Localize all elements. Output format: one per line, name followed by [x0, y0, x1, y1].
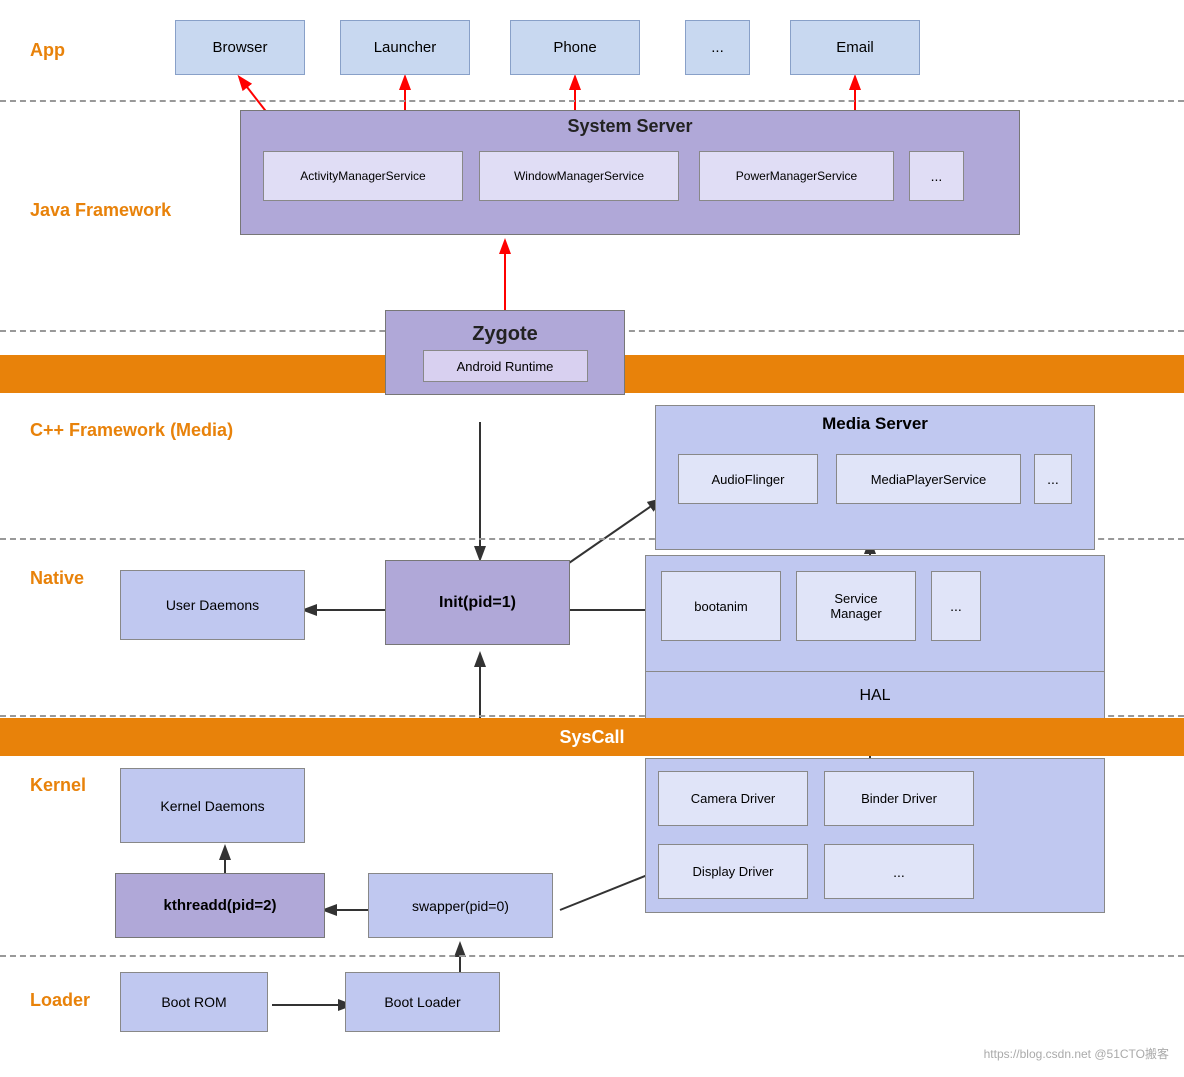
app-box-browser: Browser	[175, 20, 305, 75]
loader-boot-loader: Boot Loader	[345, 972, 500, 1032]
kernel-camera-driver: Camera Driver	[658, 771, 808, 826]
app-box-launcher: Launcher	[340, 20, 470, 75]
loader-boot-rom: Boot ROM	[120, 972, 268, 1032]
system-server-block: System Server ActivityManagerService Win…	[240, 110, 1020, 235]
native-user-daemons: User Daemons	[120, 570, 305, 640]
orange-bar-syscall: SysCall	[0, 718, 1184, 756]
layer-app: App	[30, 40, 65, 61]
layer-loader: Loader	[30, 990, 90, 1011]
app-box-email: Email	[790, 20, 920, 75]
android-runtime-label: Android Runtime	[423, 350, 588, 382]
native-right-block: bootanim Service Manager ... HAL	[645, 555, 1105, 720]
media-server-dots: ...	[1034, 454, 1072, 504]
service-power-manager: PowerManagerService	[699, 151, 894, 201]
native-bootanim: bootanim	[661, 571, 781, 641]
service-dots: ...	[909, 151, 964, 201]
kernel-right-block: Camera Driver Binder Driver Display Driv…	[645, 758, 1105, 913]
watermark: https://blog.csdn.net @51CTO搬客	[984, 1045, 1169, 1062]
diagram-container: App Java Framework C++ Framework (Media)…	[0, 0, 1184, 1077]
service-activity-manager: ActivityManagerService	[263, 151, 463, 201]
zygote-block: Zygote Android Runtime	[385, 310, 625, 395]
layer-cpp-framework: C++ Framework (Media)	[30, 420, 233, 441]
divider-app-java	[0, 100, 1184, 102]
kernel-daemons: Kernel Daemons	[120, 768, 305, 843]
layer-java-framework: Java Framework	[30, 200, 171, 221]
media-server-label: Media Server	[656, 406, 1094, 434]
service-audio-flinger: AudioFlinger	[678, 454, 818, 504]
zygote-label: Zygote	[472, 323, 538, 346]
kernel-kthreadd: kthreadd(pid=2)	[115, 873, 325, 938]
system-server-label: System Server	[241, 116, 1019, 137]
hal-label: HAL	[646, 671, 1104, 719]
divider-kernel-loader	[0, 955, 1184, 957]
native-init: Init(pid=1)	[385, 560, 570, 645]
layer-kernel: Kernel	[30, 775, 86, 796]
kernel-dots: ...	[824, 844, 974, 899]
app-box-dots: ...	[685, 20, 750, 75]
kernel-binder-driver: Binder Driver	[824, 771, 974, 826]
native-dots: ...	[931, 571, 981, 641]
service-media-player: MediaPlayerService	[836, 454, 1021, 504]
service-window-manager: WindowManagerService	[479, 151, 679, 201]
native-service-manager: Service Manager	[796, 571, 916, 641]
kernel-display-driver: Display Driver	[658, 844, 808, 899]
app-box-phone: Phone	[510, 20, 640, 75]
kernel-swapper: swapper(pid=0)	[368, 873, 553, 938]
layer-native: Native	[30, 568, 84, 589]
media-server-block: Media Server AudioFlinger MediaPlayerSer…	[655, 405, 1095, 550]
syscall-label: SysCall	[559, 727, 624, 748]
